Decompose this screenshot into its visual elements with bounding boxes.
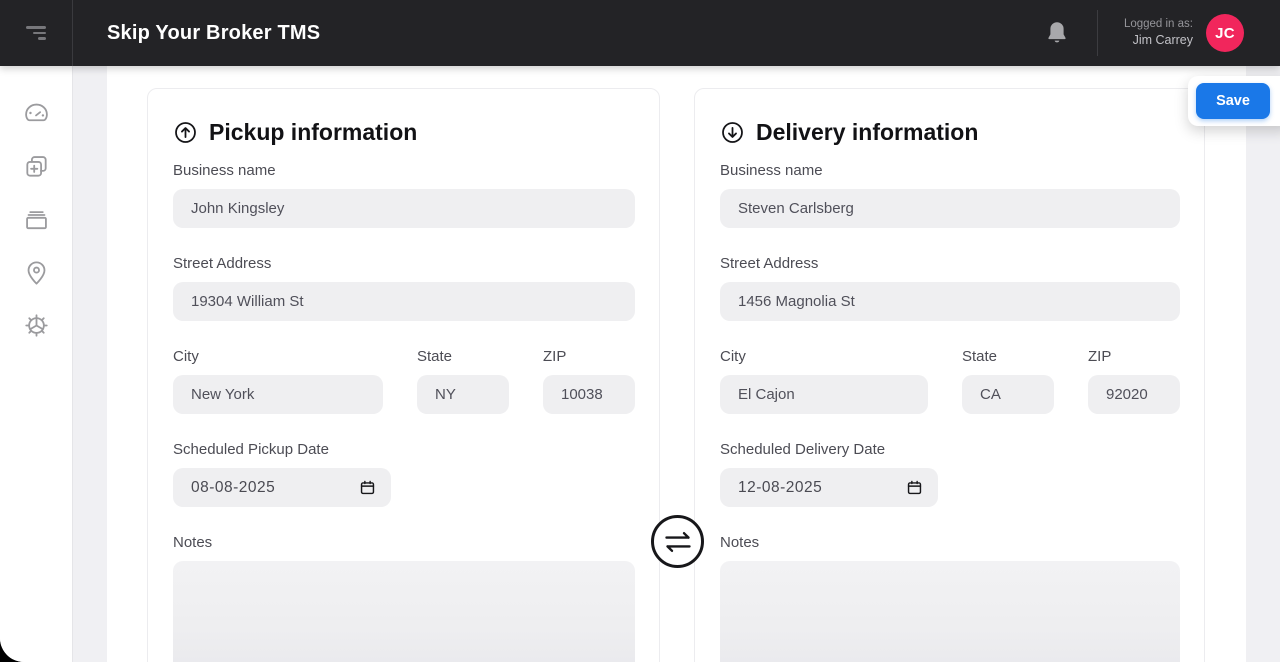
delivery-zip-input[interactable]	[1088, 375, 1180, 414]
sidebar-item-settings[interactable]	[21, 310, 51, 340]
pickup-date-input[interactable]: 08-08-2025	[173, 468, 391, 507]
delivery-date-input[interactable]: 12-08-2025	[720, 468, 938, 507]
pickup-zip-input[interactable]	[543, 375, 635, 414]
delivery-city-input[interactable]	[720, 375, 928, 414]
locations-pin-icon	[22, 258, 51, 287]
header-divider	[1097, 10, 1098, 56]
pickup-notes-label: Notes	[173, 534, 635, 551]
pickup-street-label: Street Address	[173, 255, 635, 272]
arrow-down-circle-icon	[720, 120, 745, 145]
settings-gear-icon	[22, 311, 51, 340]
menu-icon	[26, 26, 46, 40]
swap-pickup-delivery-button[interactable]	[651, 515, 704, 568]
delivery-card-title: Delivery information	[720, 119, 1180, 146]
content-panel: Pickup information Business name Street …	[107, 66, 1246, 662]
sidebar-item-create-load[interactable]	[21, 151, 51, 181]
delivery-business-group: Business name	[720, 162, 1180, 228]
logged-in-label: Logged in as:	[1124, 17, 1193, 33]
sidebar-item-locations[interactable]	[21, 257, 51, 287]
delivery-city-group: City	[720, 348, 928, 414]
pickup-city-input[interactable]	[173, 375, 383, 414]
delivery-state-input[interactable]	[962, 375, 1054, 414]
pickup-street-input[interactable]	[173, 282, 635, 321]
bell-icon[interactable]	[1045, 20, 1069, 46]
sidebar-item-dashboard[interactable]	[21, 98, 51, 128]
pickup-state-label: State	[417, 348, 509, 365]
delivery-city-state-zip-row: City State ZIP	[720, 348, 1180, 414]
delivery-street-group: Street Address	[720, 255, 1180, 321]
pickup-state-group: State	[417, 348, 509, 414]
loads-tray-icon	[22, 205, 51, 234]
delivery-business-input[interactable]	[720, 189, 1180, 228]
pickup-business-label: Business name	[173, 162, 635, 179]
delivery-notes-label: Notes	[720, 534, 1180, 551]
delivery-business-label: Business name	[720, 162, 1180, 179]
top-bar: Skip Your Broker TMS Logged in as: Jim C…	[0, 0, 1280, 66]
delivery-title-text: Delivery information	[756, 119, 978, 146]
pickup-street-group: Street Address	[173, 255, 635, 321]
app-window: Skip Your Broker TMS Logged in as: Jim C…	[0, 0, 1280, 662]
delivery-zip-label: ZIP	[1088, 348, 1180, 365]
delivery-city-label: City	[720, 348, 928, 365]
pickup-notes-group: Notes	[173, 534, 635, 662]
dashboard-gauge-icon	[22, 99, 51, 128]
user-name: Jim Carrey	[1124, 32, 1193, 49]
delivery-date-group: Scheduled Delivery Date 12-08-2025	[720, 441, 1180, 507]
swap-arrows-icon	[663, 529, 693, 555]
pickup-date-label: Scheduled Pickup Date	[173, 441, 635, 458]
pickup-notes-textarea[interactable]	[173, 561, 635, 662]
sidebar-menu-button[interactable]	[0, 0, 73, 66]
delivery-card: Delivery information Business name Stree…	[694, 88, 1205, 662]
header-right: Logged in as: Jim Carrey JC	[1045, 10, 1280, 56]
pickup-city-state-zip-row: City State ZIP	[173, 348, 635, 414]
delivery-state-label: State	[962, 348, 1054, 365]
login-info: Logged in as: Jim Carrey	[1124, 17, 1193, 49]
save-panel: Save	[1188, 76, 1280, 126]
calendar-icon[interactable]	[906, 479, 923, 496]
pickup-city-label: City	[173, 348, 383, 365]
delivery-date-label: Scheduled Delivery Date	[720, 441, 1180, 458]
pickup-state-input[interactable]	[417, 375, 509, 414]
pickup-business-group: Business name	[173, 162, 635, 228]
delivery-notes-group: Notes	[720, 534, 1180, 662]
pickup-date-value: 08-08-2025	[191, 479, 275, 497]
sidebar-item-loads[interactable]	[21, 204, 51, 234]
delivery-zip-group: ZIP	[1088, 348, 1180, 414]
pickup-zip-group: ZIP	[543, 348, 635, 414]
pickup-date-group: Scheduled Pickup Date 08-08-2025	[173, 441, 635, 507]
pickup-city-group: City	[173, 348, 383, 414]
create-load-icon	[22, 152, 51, 181]
app-title: Skip Your Broker TMS	[107, 22, 320, 45]
pickup-title-text: Pickup information	[209, 119, 417, 146]
delivery-street-input[interactable]	[720, 282, 1180, 321]
delivery-state-group: State	[962, 348, 1054, 414]
pickup-card: Pickup information Business name Street …	[147, 88, 660, 662]
delivery-notes-textarea[interactable]	[720, 561, 1180, 662]
arrow-up-circle-icon	[173, 120, 198, 145]
pickup-card-title: Pickup information	[173, 119, 635, 146]
pickup-zip-label: ZIP	[543, 348, 635, 365]
calendar-icon[interactable]	[359, 479, 376, 496]
save-button[interactable]: Save	[1196, 83, 1270, 119]
delivery-date-value: 12-08-2025	[738, 479, 822, 497]
avatar[interactable]: JC	[1206, 14, 1244, 52]
pickup-business-input[interactable]	[173, 189, 635, 228]
sidebar	[0, 66, 73, 662]
delivery-street-label: Street Address	[720, 255, 1180, 272]
